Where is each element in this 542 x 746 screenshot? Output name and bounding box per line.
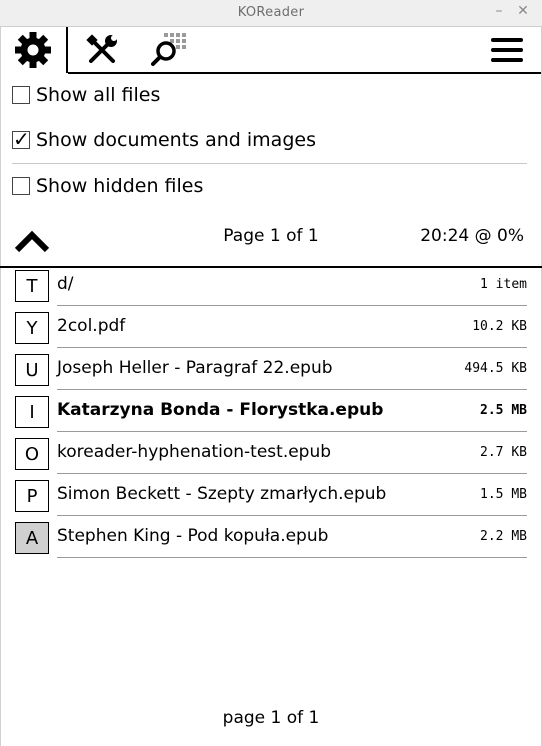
shortcut-key: O (15, 438, 49, 470)
checkbox-show-documents[interactable] (12, 127, 30, 151)
checkbox-show-hidden-files[interactable] (12, 177, 30, 195)
menu-item-label: Show all files (36, 84, 161, 106)
row-divider (57, 431, 527, 432)
row-divider (57, 389, 527, 390)
page-indicator[interactable]: page 1 of 1 (0, 708, 542, 728)
row-divider (57, 515, 527, 516)
file-name: d/ (57, 274, 74, 294)
shortcut-key: T (15, 270, 49, 302)
shortcut-key: A (15, 522, 49, 554)
row-divider (57, 305, 527, 306)
menu-item-show-all-files[interactable]: Show all files (12, 84, 160, 106)
menu-footer: Page 1 of 1 20:24 @ 0% (0, 212, 542, 260)
tab-tools[interactable] (80, 27, 124, 73)
shortcut-key: U (15, 354, 49, 386)
file-name: Katarzyna Bonda - Florystka.epub (57, 400, 384, 420)
clock-battery-status: 20:24 @ 0% (420, 226, 524, 246)
menu-separator (12, 163, 527, 164)
list-item[interactable]: I Katarzyna Bonda - Florystka.epub 2.5 M… (0, 394, 542, 436)
file-size: 2.5 MB (480, 403, 527, 418)
file-name: Joseph Heller - Paragraf 22.epub (57, 358, 333, 378)
menu-item-show-documents[interactable]: Show documents and images (12, 127, 316, 151)
tools-icon (86, 34, 117, 63)
list-item[interactable]: A Stephen King - Pod kopuła.epub 2.2 MB (0, 520, 542, 562)
file-size: 494.5 KB (464, 361, 527, 376)
main-menu-button[interactable] (484, 27, 530, 73)
tab-search[interactable] (146, 27, 192, 73)
list-item[interactable]: O koreader-hyphenation-test.epub 2.7 KB (0, 436, 542, 478)
shortcut-key: Y (15, 312, 49, 344)
file-name: 2col.pdf (57, 316, 126, 336)
file-size: 2.2 MB (480, 529, 527, 544)
list-item[interactable]: T d/ 1 item (0, 268, 542, 310)
tab-underline (68, 72, 541, 74)
menu-item-label: Show hidden files (36, 175, 204, 197)
file-name: Stephen King - Pod kopuła.epub (57, 526, 329, 546)
shortcut-key: I (15, 396, 49, 428)
hamburger-menu-icon (491, 38, 523, 62)
search-icon (151, 33, 186, 66)
gear-icon (15, 32, 51, 68)
file-size: 1.5 MB (480, 487, 527, 502)
top-menu-tabbar (0, 27, 542, 75)
shortcut-key: P (15, 480, 49, 512)
row-divider (57, 557, 527, 558)
tab-settings[interactable] (0, 27, 68, 73)
window-title: KOReader (237, 5, 305, 20)
row-divider (57, 473, 527, 474)
list-item[interactable]: P Simon Beckett - Szepty zmarłych.epub 1… (0, 478, 542, 520)
file-size: 2.7 KB (480, 445, 527, 460)
row-divider (57, 347, 527, 348)
minimize-button[interactable]: – (490, 3, 508, 19)
file-name: Simon Beckett - Szepty zmarłych.epub (57, 484, 387, 504)
file-size: 1 item (480, 277, 527, 292)
checkbox-show-all-files[interactable] (12, 86, 30, 104)
close-button[interactable]: ✕ (514, 3, 532, 19)
title-bar: KOReader – ✕ (0, 0, 542, 27)
menu-item-show-hidden-files[interactable]: Show hidden files (12, 175, 203, 197)
file-size: 10.2 KB (472, 319, 527, 334)
list-item[interactable]: Y 2col.pdf 10.2 KB (0, 310, 542, 352)
menu-item-label: Show documents and images (36, 129, 316, 151)
file-name: koreader-hyphenation-test.epub (57, 442, 332, 462)
list-item[interactable]: U Joseph Heller - Paragraf 22.epub 494.5… (0, 352, 542, 394)
